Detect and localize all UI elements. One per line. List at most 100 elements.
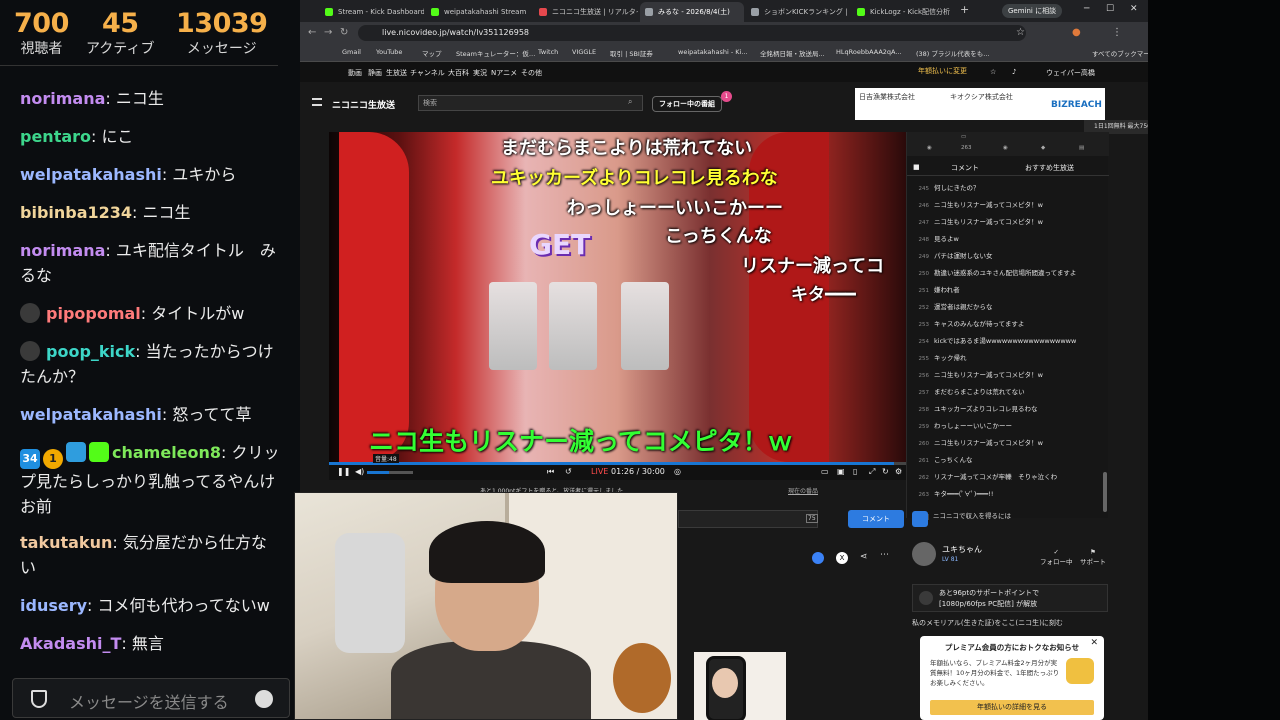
tab-comments[interactable]: コメント — [951, 163, 979, 173]
tab[interactable]: KickLogz - Kick配信分析 — [852, 2, 956, 22]
nav-item[interactable]: 生放送 — [386, 68, 407, 78]
comment-row[interactable]: 245 何しにきたの？ — [907, 180, 1103, 196]
chat-username[interactable]: bibinba1234 — [20, 203, 132, 222]
comment-row[interactable]: 262 リスナー減ってコメが牢轢 そりゃ泣くわ — [907, 469, 1103, 485]
bookmark[interactable]: Steamキュレーター：仮… — [456, 48, 535, 58]
forward-icon[interactable]: → — [324, 27, 332, 38]
follow-status[interactable]: ✓ フォロー中 — [1040, 548, 1073, 566]
nav-item[interactable]: Nアニメ — [491, 68, 517, 78]
bookmark[interactable]: (38) ブラジル代表をも... — [916, 48, 989, 58]
more-icon[interactable]: ⋯ — [880, 550, 889, 560]
hamburger-icon[interactable] — [312, 98, 322, 106]
comment-row[interactable]: 261 こっちくんな — [907, 452, 1103, 468]
new-tab-icon[interactable]: + — [960, 3, 969, 16]
search-input[interactable]: 検索 — [418, 95, 643, 111]
comment-row[interactable]: 260 ニコ生もリスナー減ってコメピタ！w — [907, 435, 1103, 451]
bookmark[interactable]: Twitch — [538, 48, 558, 56]
emoji-palette-icon[interactable] — [912, 511, 928, 527]
chat-username[interactable]: pentaro — [20, 127, 91, 146]
bookmark[interactable]: YouTube — [376, 48, 402, 56]
comment-settings-icon[interactable]: ■ — [913, 163, 920, 171]
bookmark[interactable]: Gmail — [342, 48, 361, 56]
comment-row[interactable]: 252 運営者は親だからな — [907, 299, 1103, 315]
tab-active[interactable]: みるな - 2026/8/4(土) — [640, 2, 744, 22]
annual-details-button[interactable]: 年額払いの詳細を見る — [930, 700, 1094, 715]
comment-row[interactable]: 247 ニコ生もリスナー減ってコメピタ！w — [907, 214, 1103, 230]
comment-row[interactable]: 259 わっしょーーいいこかーー — [907, 418, 1103, 434]
chat-username[interactable]: poop_kick — [46, 342, 135, 361]
chat-username[interactable]: welpatakahashi — [20, 405, 162, 424]
menu-icon[interactable]: ⋮ — [1112, 27, 1122, 38]
comment-row[interactable]: 250 勘違い迷惑系のユキさん配信場所間違ってますよ — [907, 265, 1103, 281]
comment-input[interactable] — [678, 510, 818, 528]
screenshot-icon[interactable]: ▣ — [837, 467, 845, 476]
following-programs-button[interactable]: フォロー中の番組 — [652, 96, 722, 112]
monetize-info[interactable]: INFOニコニコで収入を得るには — [907, 508, 1109, 524]
theater-icon[interactable]: ▯ — [853, 467, 857, 476]
reload-player-icon[interactable]: ↻ — [882, 467, 889, 476]
premium-change-link[interactable]: 年額払いに変更 — [918, 66, 967, 76]
tab[interactable]: ニコニコ生放送 | リアルタイム — [534, 2, 638, 22]
pause-icon[interactable]: ❚❚ — [337, 467, 350, 476]
rewind-icon[interactable]: ⏮ — [547, 467, 554, 477]
broadcaster-avatar[interactable] — [912, 542, 936, 566]
tab[interactable]: Stream - Kick Dashboard — [320, 2, 424, 22]
comment-row[interactable]: 255 キック帰れ — [907, 350, 1103, 366]
url-field[interactable]: live.nicovideo.jp/watch/lv351126958 — [358, 25, 1026, 41]
chat-username[interactable]: chameleon8 — [112, 443, 221, 462]
comment-toggle-icon[interactable]: ▭ — [821, 467, 829, 476]
tab[interactable]: ショボンKICKランキング | Sk — [746, 2, 850, 22]
chat-username[interactable]: idusery — [20, 596, 87, 615]
broadcaster-name[interactable]: ユキちゃん — [942, 544, 982, 555]
settings-icon[interactable]: ⚙ — [895, 467, 902, 476]
volume-slider[interactable] — [367, 471, 413, 474]
search-icon[interactable]: ⌕ — [628, 97, 632, 107]
bookmark-star-icon[interactable]: ☆ — [1016, 27, 1025, 38]
bookmark[interactable]: マップ — [422, 48, 442, 58]
star-icon[interactable]: ☆ — [990, 68, 996, 76]
seek-bar[interactable] — [329, 462, 906, 465]
all-bookmarks[interactable]: すべてのブックマーク — [1092, 48, 1148, 58]
gemini-button[interactable]: Gemini に相談 — [1002, 4, 1063, 18]
profile-icon[interactable]: ● — [1072, 27, 1081, 38]
nav-item[interactable]: 大百科 — [448, 68, 469, 78]
comment-scrollbar[interactable] — [1103, 472, 1107, 512]
comment-row[interactable]: 256 ニコ生もリスナー減ってコメピタ！w — [907, 367, 1103, 383]
account-name[interactable]: ウェイパー高橋 — [1046, 68, 1095, 78]
bell-icon[interactable]: ♪ — [1012, 68, 1016, 76]
bookmark[interactable]: 全銘柄日報・放送局... — [760, 48, 825, 58]
chat-username[interactable]: norimana — [20, 241, 105, 260]
comment-row[interactable]: 257 まだむらまこよりは荒れてない — [907, 384, 1103, 400]
chat-username[interactable]: welpatakahashi — [20, 165, 162, 184]
fullscreen-icon[interactable]: ⤢ — [869, 467, 875, 477]
bookmark[interactable]: HLqRoebbAAA2qA... — [836, 48, 902, 56]
nav-item[interactable]: 実況 — [473, 68, 487, 78]
comment-row[interactable]: 253 キャスのみんなが待ってますよ — [907, 316, 1103, 332]
current-items-link[interactable]: 現在の番品 — [788, 486, 818, 495]
quality-icon[interactable]: ◎ — [674, 467, 681, 476]
chat-username[interactable]: Akadashi_T — [20, 634, 121, 653]
video-player[interactable]: GET まだむらまこよりは荒れてない ユキッカーズよりコレコレ見るわな わっしょ… — [329, 132, 906, 480]
comment-row[interactable]: 246 ニコ生もリスナー減ってコメピタ！w — [907, 197, 1103, 213]
comment-row[interactable]: 251 嫌われ者 — [907, 282, 1103, 298]
support-points-box[interactable]: あと96ptのサポートポイントで [1080p/60fps PC配信] が解放 — [912, 584, 1108, 612]
comment-row[interactable]: 263 キタ━━━(ﾟ∀ﾟ)━━━!! — [907, 486, 1103, 502]
shield-icon[interactable] — [31, 690, 47, 708]
replay-icon[interactable]: ↺ — [565, 467, 572, 476]
comment-row[interactable]: 249 パチは運財しない女 — [907, 248, 1103, 264]
chat-username[interactable]: norimana — [20, 89, 105, 108]
reload-icon[interactable]: ↻ — [340, 27, 348, 38]
chat-input[interactable]: メッセージを送信する — [12, 678, 290, 718]
nav-item[interactable]: その他 — [521, 68, 542, 78]
back-icon[interactable]: ← — [308, 27, 316, 38]
maximize-icon[interactable]: ☐ — [1106, 4, 1114, 14]
comment-row[interactable]: 258 ユキッカーズよりコレコレ見るわな — [907, 401, 1103, 417]
x-share-icon[interactable]: X — [836, 552, 848, 564]
chat-username[interactable]: takutakun — [20, 533, 112, 552]
bookmark[interactable]: 取引 | SBI証券 — [610, 48, 653, 58]
minimize-icon[interactable]: ─ — [1084, 4, 1089, 14]
emoji-icon[interactable] — [255, 690, 273, 708]
support-button[interactable]: ⚑ サポート — [1080, 548, 1106, 566]
volume-icon[interactable]: ◀) — [355, 467, 364, 476]
ad-banner[interactable]: 日吉漁業株式会社 キオクシア株式会社 BIZREACH — [855, 88, 1105, 120]
